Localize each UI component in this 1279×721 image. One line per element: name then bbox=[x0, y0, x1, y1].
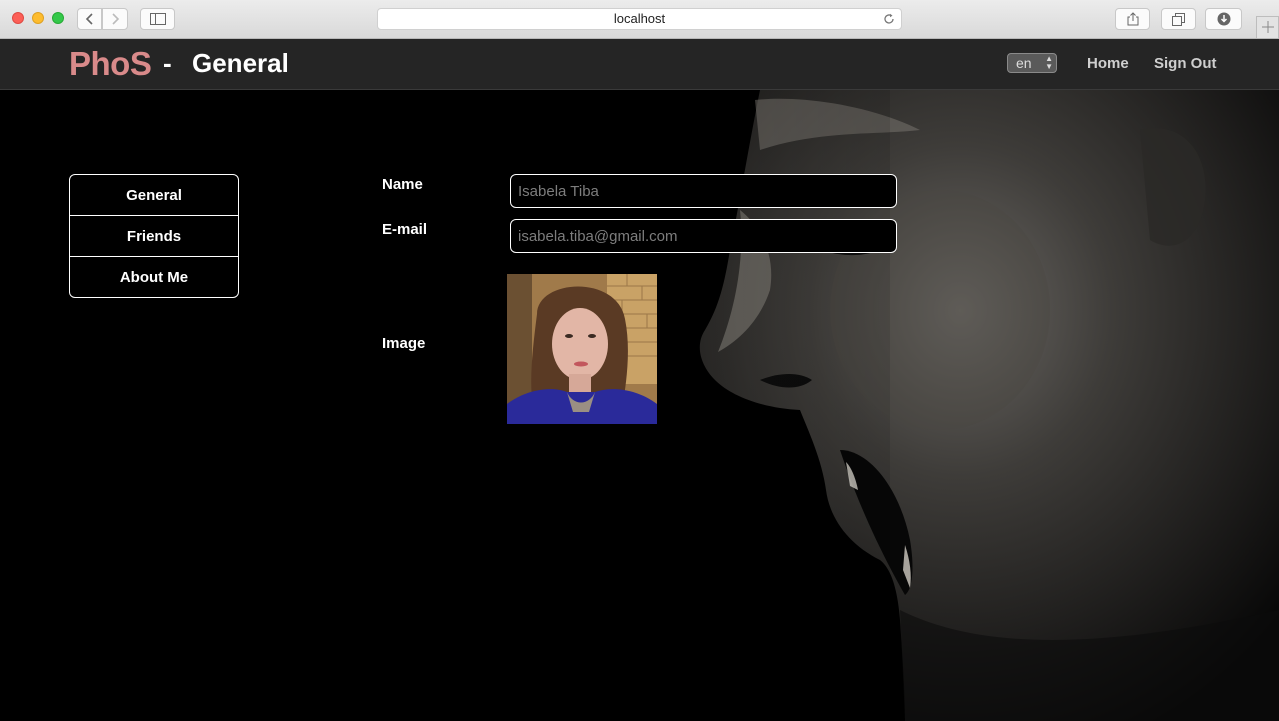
app-header: PhoS - General en ▲ ▼ Home Sign Out bbox=[0, 39, 1279, 90]
forward-button[interactable] bbox=[102, 8, 128, 30]
url-text: localhost bbox=[613, 11, 666, 26]
tabs-icon bbox=[1172, 12, 1185, 26]
settings-menu: General Friends About Me bbox=[69, 174, 239, 298]
title-separator: - bbox=[163, 48, 172, 78]
select-arrows-icon: ▲ ▼ bbox=[1045, 54, 1053, 71]
browser-toolbar: localhost bbox=[0, 0, 1279, 39]
language-select[interactable]: en ▲ ▼ bbox=[1007, 53, 1057, 73]
address-bar[interactable]: localhost bbox=[377, 8, 902, 30]
download-icon bbox=[1217, 12, 1230, 26]
reload-icon[interactable] bbox=[883, 9, 895, 31]
chevron-right-icon bbox=[112, 13, 120, 25]
page-title: General bbox=[192, 48, 289, 78]
back-button[interactable] bbox=[77, 8, 102, 30]
sidebar-icon bbox=[149, 13, 166, 25]
home-link[interactable]: Home bbox=[1087, 55, 1129, 72]
chevron-left-icon bbox=[85, 13, 93, 25]
downloads-button[interactable] bbox=[1205, 8, 1242, 30]
menu-item-about-me[interactable]: About Me bbox=[70, 257, 238, 297]
profile-image[interactable] bbox=[507, 274, 657, 424]
sidebar-toggle-button[interactable] bbox=[140, 8, 175, 30]
close-window-button[interactable] bbox=[12, 12, 24, 24]
minimize-window-button[interactable] bbox=[32, 12, 44, 24]
menu-item-friends[interactable]: Friends bbox=[70, 216, 238, 257]
menu-item-general[interactable]: General bbox=[70, 175, 238, 216]
zoom-window-button[interactable] bbox=[52, 12, 64, 24]
plus-icon bbox=[1261, 21, 1274, 33]
sign-out-link[interactable]: Sign Out bbox=[1154, 55, 1217, 72]
share-icon bbox=[1127, 12, 1138, 26]
name-label: Name bbox=[382, 176, 423, 193]
share-button[interactable] bbox=[1115, 8, 1150, 30]
new-tab-button[interactable] bbox=[1256, 16, 1279, 38]
email-label: E-mail bbox=[382, 221, 428, 238]
brand-logo[interactable]: PhoS bbox=[69, 45, 152, 83]
language-selected-value: en bbox=[1016, 55, 1032, 71]
image-label: Image bbox=[382, 335, 426, 352]
email-field[interactable] bbox=[510, 219, 897, 253]
name-field[interactable] bbox=[510, 174, 897, 208]
show-tabs-button[interactable] bbox=[1161, 8, 1196, 30]
